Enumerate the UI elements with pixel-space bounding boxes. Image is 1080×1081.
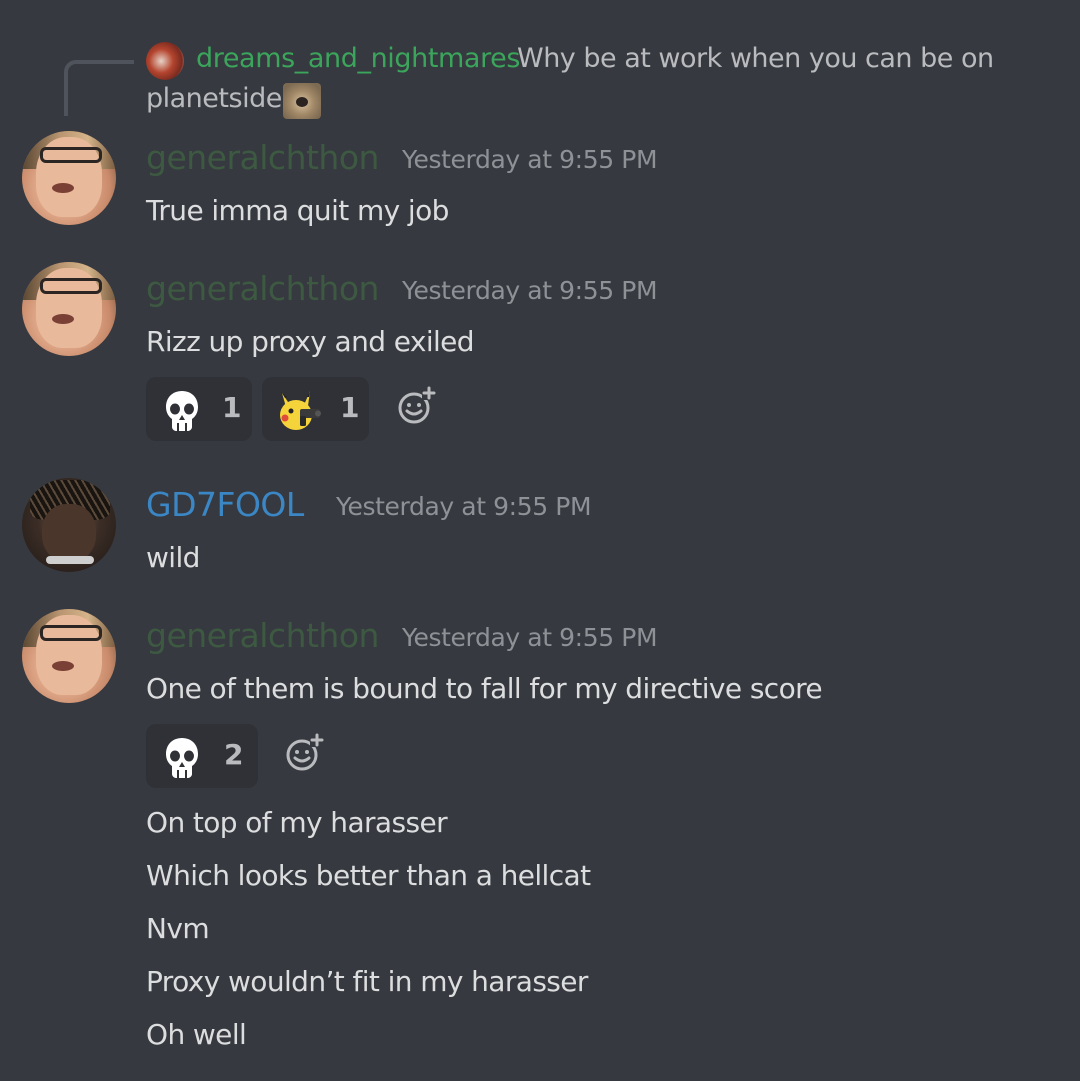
- username[interactable]: generalchthon: [146, 269, 379, 308]
- message-text: Oh well: [146, 1018, 247, 1051]
- timestamp: Yesterday at 9:55 PM: [402, 276, 658, 305]
- reply-connector-line: [64, 60, 134, 116]
- reaction-pikachu[interactable]: 1: [262, 377, 369, 441]
- timestamp: Yesterday at 9:55 PM: [402, 623, 658, 652]
- avatar[interactable]: [22, 131, 116, 225]
- message-text: Nvm: [146, 912, 210, 945]
- avatar[interactable]: [22, 262, 116, 356]
- pikachu-gun-icon: [280, 391, 321, 430]
- reply-username[interactable]: dreams_and_nightmares: [196, 43, 520, 74]
- username[interactable]: generalchthon: [146, 138, 379, 177]
- username[interactable]: generalchthon: [146, 616, 379, 655]
- timestamp: Yesterday at 9:55 PM: [336, 492, 592, 521]
- add-reaction-icon[interactable]: [284, 733, 324, 773]
- message-text: One of them is bound to fall for my dire…: [146, 672, 823, 705]
- reaction-count: 2: [224, 738, 244, 771]
- message-text: Rizz up proxy and exiled: [146, 325, 475, 358]
- reply-preview-text-line2[interactable]: planetside: [146, 83, 282, 114]
- avatar[interactable]: [22, 478, 116, 572]
- username[interactable]: GD7FOOL: [146, 485, 304, 524]
- reply-preview-text-line1[interactable]: Why be at work when you can be on: [517, 43, 994, 74]
- reaction-skull[interactable]: 1: [146, 377, 252, 441]
- timestamp: Yesterday at 9:55 PM: [402, 145, 658, 174]
- reaction-count: 1: [222, 391, 242, 424]
- message-text: Proxy wouldn’t fit in my harasser: [146, 965, 588, 998]
- dog-emoji-icon: [283, 83, 321, 119]
- message-text: Which looks better than a hellcat: [146, 859, 591, 892]
- skull-icon: [166, 738, 198, 778]
- reaction-skull[interactable]: 2: [146, 724, 258, 788]
- message-text: On top of my harasser: [146, 806, 448, 839]
- reaction-count: 1: [340, 391, 360, 424]
- add-reaction-icon[interactable]: [396, 386, 436, 426]
- message-text: wild: [146, 541, 200, 574]
- avatar[interactable]: [22, 609, 116, 703]
- skull-icon: [166, 391, 198, 431]
- reply-avatar[interactable]: [146, 42, 184, 80]
- message-text: True imma quit my job: [146, 194, 449, 227]
